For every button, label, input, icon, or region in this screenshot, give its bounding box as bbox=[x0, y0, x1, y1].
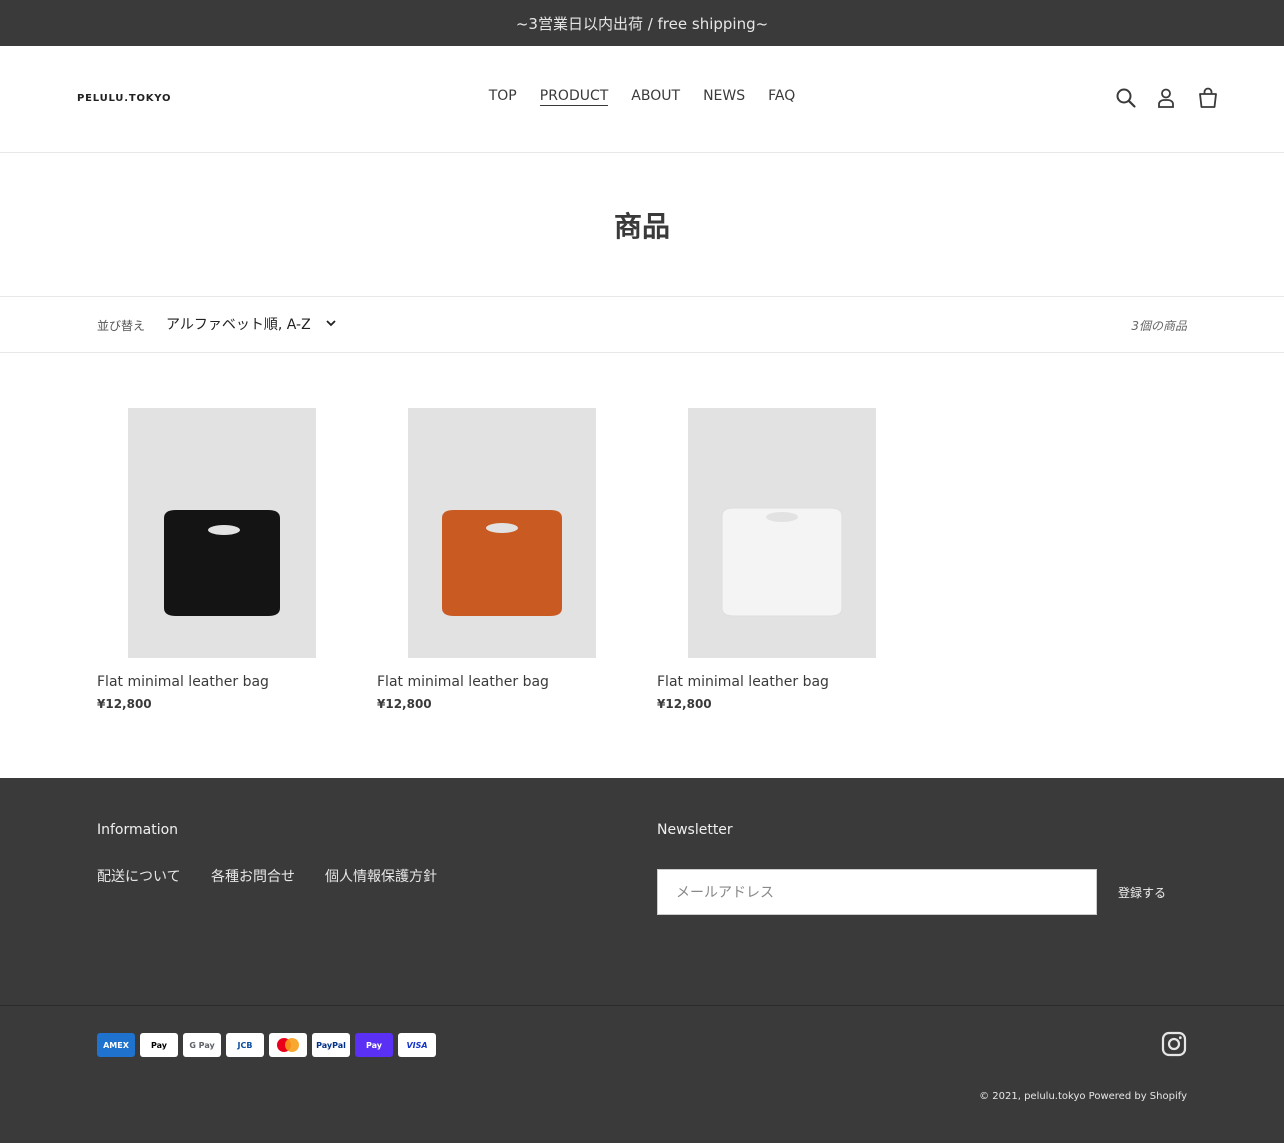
visa-icon: VISA bbox=[398, 1033, 436, 1057]
main-nav: TOP PRODUCT ABOUT NEWS FAQ bbox=[0, 88, 1284, 106]
announcement-bar: ~3営業日以内出荷 / free shipping~ bbox=[0, 0, 1284, 46]
product-count: 3個の商品 bbox=[1131, 319, 1187, 333]
account-icon[interactable] bbox=[1154, 86, 1178, 110]
bag-image bbox=[721, 507, 843, 617]
nav-news[interactable]: NEWS bbox=[703, 88, 745, 106]
page-title: 商品 bbox=[613, 210, 670, 243]
mastercard-mark bbox=[277, 1038, 299, 1052]
shop-pay-icon: Pay bbox=[355, 1033, 393, 1057]
subscribe-button[interactable]: 登録する bbox=[1097, 869, 1187, 915]
bag-handle bbox=[766, 512, 798, 522]
nav-faq[interactable]: FAQ bbox=[768, 88, 795, 106]
search-icon[interactable] bbox=[1114, 86, 1138, 110]
filter-bar: 並び替え アルファベット順, A-Z 3個の商品 bbox=[0, 296, 1284, 353]
newsletter-heading: Newsletter bbox=[657, 822, 733, 838]
nav-top[interactable]: TOP bbox=[489, 88, 517, 106]
product-name[interactable]: Flat minimal leather bag bbox=[657, 674, 829, 690]
site-footer: Information 配送について 各種お問合せ 個人情報保護方針 Newsl… bbox=[0, 778, 1284, 1143]
bag-image bbox=[442, 510, 562, 616]
footer-divider bbox=[0, 1005, 1284, 1006]
chevron-down-icon bbox=[326, 320, 336, 327]
instagram-icon[interactable] bbox=[1161, 1031, 1187, 1057]
jcb-icon: JCB bbox=[226, 1033, 264, 1057]
copyright: © 2021, pelulu.tokyo Powered by Shopify bbox=[979, 1091, 1187, 1102]
bag-body bbox=[721, 507, 843, 617]
bag-handle bbox=[208, 525, 240, 535]
apple-pay-icon: Pay bbox=[140, 1033, 178, 1057]
announcement-text: ~3営業日以内出荷 / free shipping~ bbox=[515, 14, 769, 33]
product-image[interactable] bbox=[128, 408, 316, 658]
nav-about[interactable]: ABOUT bbox=[631, 88, 680, 106]
product-price: ¥12,800 bbox=[377, 697, 432, 711]
google-pay-icon: G Pay bbox=[183, 1033, 221, 1057]
cart-icon[interactable] bbox=[1196, 86, 1220, 110]
email-field[interactable]: メールアドレス bbox=[657, 869, 1097, 915]
sort-select[interactable]: アルファベット順, A-Z bbox=[158, 309, 338, 339]
site-header: PELULU.TOKYO TOP PRODUCT ABOUT NEWS FAQ bbox=[0, 46, 1284, 153]
bag-handle bbox=[486, 523, 518, 533]
sort-label: 並び替え bbox=[97, 319, 146, 333]
mastercard-icon bbox=[269, 1033, 307, 1057]
paypal-icon: PayPal bbox=[312, 1033, 350, 1057]
product-price: ¥12,800 bbox=[657, 697, 712, 711]
footer-link-privacy[interactable]: 個人情報保護方針 bbox=[325, 866, 437, 886]
nav-product[interactable]: PRODUCT bbox=[539, 88, 609, 106]
bag-image bbox=[164, 510, 280, 616]
info-heading: Information bbox=[97, 822, 179, 838]
footer-link-contact[interactable]: 各種お問合せ bbox=[211, 866, 295, 886]
footer-link-shipping[interactable]: 配送について bbox=[97, 866, 181, 886]
product-image[interactable] bbox=[688, 408, 876, 658]
product-name[interactable]: Flat minimal leather bag bbox=[377, 674, 549, 690]
product-image[interactable] bbox=[408, 408, 596, 658]
amex-icon: AMEX bbox=[97, 1033, 135, 1057]
product-name[interactable]: Flat minimal leather bag bbox=[97, 674, 269, 690]
product-price: ¥12,800 bbox=[97, 697, 152, 711]
